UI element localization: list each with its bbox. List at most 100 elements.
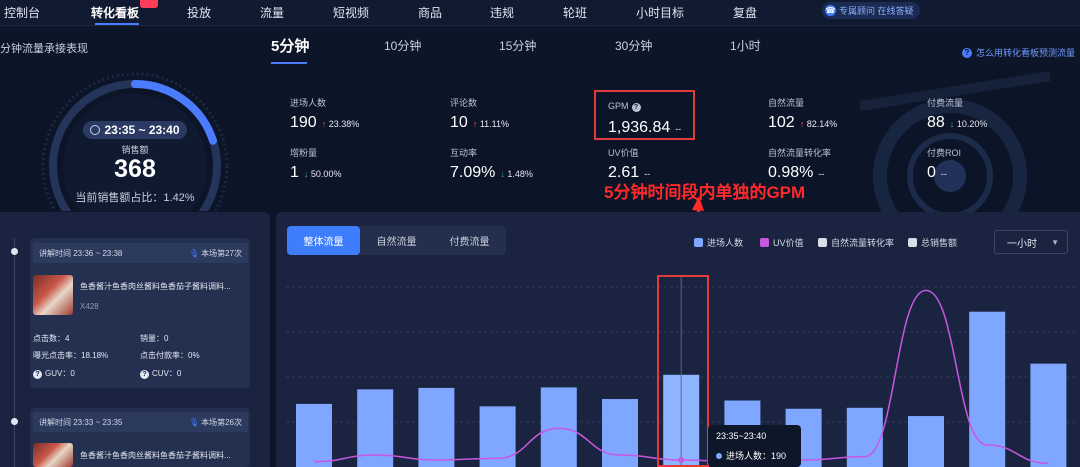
time-range-select-value: 一小时 [1007,238,1037,250]
bar-entrants[interactable] [969,311,1006,467]
bar-entrants[interactable] [1030,363,1067,467]
tooltip-value: 进场人数：190 [726,451,787,461]
chart-tab-natural[interactable]: 自然流量 [360,226,433,255]
consultant-button[interactable]: ☎ 专属顾问 在线答疑 [822,2,920,19]
tab-1hour[interactable]: 1小时 [730,37,761,54]
question-icon[interactable]: ? [33,370,42,379]
legend-item[interactable]: 自然流量转化率 [818,236,894,249]
legend-label: 总销售额 [921,238,958,248]
metric-row: 190 ↑ 23.38% [290,114,359,132]
tooltip-series-dot [716,452,722,459]
metric-change-value: 1.48% [507,169,533,179]
product-title[interactable]: 鱼香酱汁鱼香肉丝酱料鱼香茄子酱料调料... [80,281,248,292]
bar-entrants[interactable] [418,387,455,467]
chart-tab-overall[interactable]: 整体流量 [287,226,360,255]
microphone-icon: 🎙 [188,417,200,427]
timeline-dot [11,418,18,425]
metric-change-value: 10.20% [956,119,988,129]
chart-tab-paid[interactable]: 付费流量 [433,226,506,255]
metric-label: 自然流量转化率 [768,148,832,158]
tab-30min[interactable]: 30分钟 [615,37,652,54]
metric-change: ↑ 11.11% [473,119,509,129]
section-title: 分钟流量承接表现 [0,43,88,55]
metric-change: ↓ 10.20% [950,119,988,129]
metric-value: 1 [290,164,299,181]
metric-label: UV价值 [608,148,639,158]
help-link-label: 怎么用转化看板预测流量 [976,48,1076,58]
nav-item-hourly-goal[interactable]: 小时目标 [636,4,684,21]
stat-ctr: 曝光点击率：18.18% [33,351,109,360]
nav-item-ads[interactable]: 投放 [187,4,211,21]
card-session: 本场第26次 [201,417,242,427]
decorative-background [859,71,1051,212]
metric-label: 进场人数 [290,98,327,108]
chevron-down-icon: ▼ [1051,237,1059,247]
card-time: 讲解时间 23:36 ~ 23:38 [39,248,123,258]
bar-entrants[interactable] [846,407,883,467]
product-quantity: X428 [80,302,99,311]
chart-tooltip: 23:35~23:40 进场人数：190 [708,425,801,467]
headset-icon: ☎ [825,5,836,16]
bar-entrants[interactable] [908,416,944,467]
tab-15min[interactable]: 15分钟 [499,37,536,54]
product-thumbnail[interactable] [33,275,73,315]
nav-item-traffic[interactable]: 流量 [260,4,284,21]
metric-value: 7.09% [450,164,496,181]
legend-swatch [908,238,917,247]
stat-guv-value: GUV：0 [45,369,75,378]
metric-card: 进场人数 190 ↑ 23.38% [290,96,359,132]
stat-sales: 销量：0 [140,334,169,343]
interval-bar: 分钟流量承接表现 5分钟 10分钟 15分钟 30分钟 1小时 ? 怎么用转化看… [0,26,1080,66]
nav-item-products[interactable]: 商品 [418,4,442,21]
legend-item[interactable]: UV价值 [760,236,804,249]
metric-change-value: 11.11% [479,119,510,129]
metric-label: 评论数 [450,98,478,108]
nav-item-review[interactable]: 复盘 [733,4,757,21]
metric-card: 自然流量 102 ↑ 82.14% [768,96,837,132]
legend-swatch [760,238,769,247]
nav-item-shifts[interactable]: 轮班 [563,4,587,21]
arrow-down-icon: ↓ [949,119,957,129]
metric-card: 评论数 10 ↑ 11.11% [450,96,509,132]
product-thumbnail[interactable] [33,443,73,467]
legend-label: 自然流量转化率 [831,238,895,248]
metric-change: ↓ 1.48% [500,169,533,179]
bar-entrants[interactable] [602,399,638,467]
stat-clicks: 点击数：4 [33,334,70,343]
question-icon[interactable]: ? [140,370,149,379]
time-range-pill: 23:35 ~ 23:40 [83,121,187,139]
stat-cvr: 点击付款率：0% [140,351,200,360]
metric-label: 付费流量 [927,98,964,108]
metric-card: 自然流量转化率 0.98% -- [768,146,831,182]
metric-label: 互动率 [450,148,478,158]
tab-5min[interactable]: 5分钟 [271,35,309,56]
active-tab-underline [271,62,307,64]
metric-change-value: -- [818,169,825,179]
legend-label: UV价值 [773,238,804,248]
time-range-select[interactable]: 一小时 ▼ [994,230,1068,254]
card-header: 讲解时间 23:36 ~ 23:38 🎙 本场第27次 [33,243,248,263]
legend-item[interactable]: 总销售额 [908,236,957,249]
bar-entrants[interactable] [540,387,577,467]
legend-item[interactable]: 进场人数 [694,236,743,249]
product-title[interactable]: 鱼香酱汁鱼香肉丝酱料鱼香茄子酱料调料... [80,450,248,461]
nav-item-conversion-board[interactable]: 转化看板 [91,4,139,21]
sales-ratio: 当前销售额占比：1.42% [75,192,195,204]
metric-row: 10 ↑ 11.11% [450,114,509,132]
metric-card: 付费ROI 0 -- [927,146,961,182]
nav-item-console[interactable]: 控制台 [4,4,40,21]
tab-10min[interactable]: 10分钟 [384,37,421,54]
stat-guv: ? GUV：0 [33,368,75,379]
nav-item-violations[interactable]: 违规 [490,4,514,21]
help-link[interactable]: ? 怎么用转化看板预测流量 [962,46,1075,59]
nav-item-short-video[interactable]: 短视频 [333,4,369,21]
tooltip-time: 23:35~23:40 [716,431,767,441]
metric-change-value: 82.14% [806,119,838,129]
microphone-icon: 🎙 [188,248,200,258]
metric-card: UV价值 2.61 -- [608,146,650,182]
metric-change: -- [941,169,947,179]
nav-badge [140,0,158,8]
arrow-up-icon: ↑ [472,119,480,129]
card-time: 讲解时间 23:33 ~ 23:35 [39,417,123,427]
bar-entrants[interactable] [296,403,332,467]
